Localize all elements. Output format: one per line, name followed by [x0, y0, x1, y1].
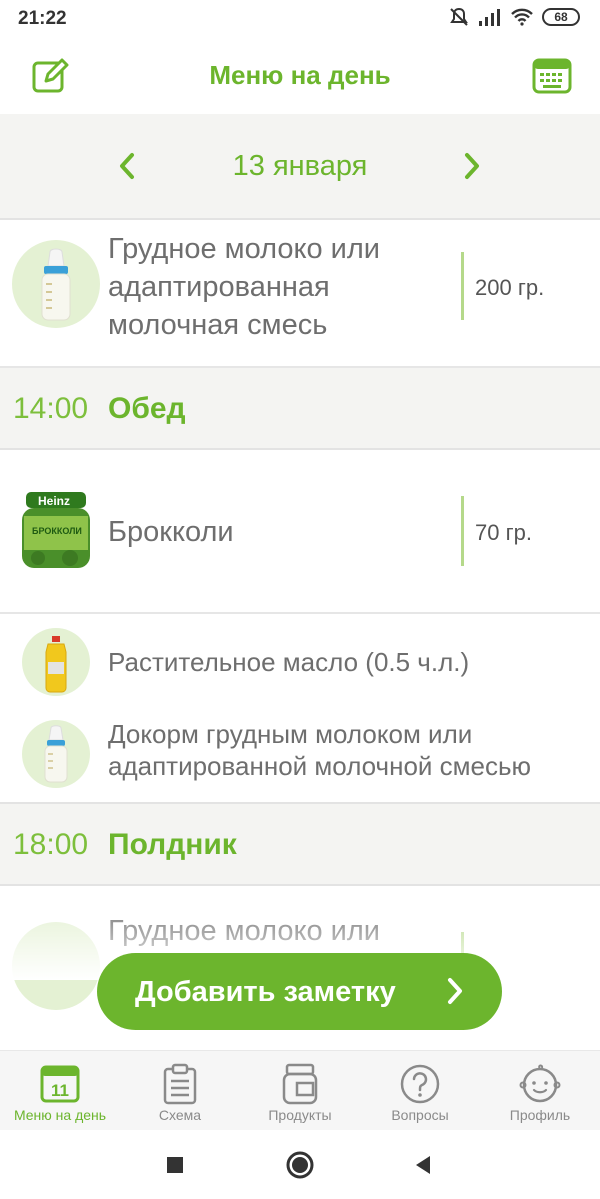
extra-item-supplement: Докорм грудным молоком или адаптированно… — [108, 719, 532, 781]
app-header: Меню на день — [0, 36, 600, 114]
home-circle-icon[interactable] — [285, 1150, 315, 1180]
jar-icon — [282, 1063, 318, 1105]
nav-label: Продукты — [268, 1107, 332, 1123]
nav-label: Схема — [158, 1107, 202, 1123]
add-note-button[interactable]: Добавить заметку — [97, 953, 502, 1030]
keyboard-calendar-icon — [532, 58, 572, 94]
baby-food-jar-icon: Heinz БРОККОЛИ — [18, 488, 94, 572]
page-title: Меню на день — [209, 60, 391, 90]
calendar-keyboard-button[interactable] — [530, 54, 574, 98]
chevron-right-icon — [448, 978, 462, 1004]
nav-profile[interactable]: Профиль — [480, 1051, 600, 1130]
jar-label: БРОККОЛИ — [32, 526, 82, 536]
meal-header-lunch: 14:00 Обед — [0, 368, 600, 450]
food-item-broccoli[interactable]: Heinz БРОККОЛИ Брокколи 70 гр. — [0, 450, 600, 614]
amount-divider — [461, 252, 464, 320]
back-triangle-icon[interactable] — [408, 1150, 438, 1180]
food-name: Брокколи — [108, 516, 234, 548]
status-time: 21:22 — [18, 8, 67, 29]
next-day-button[interactable] — [452, 146, 492, 186]
add-note-label: Добавить заметку — [135, 976, 396, 1008]
mute-alarm-icon — [450, 7, 468, 26]
bottom-nav: 11 Меню на день Схема Продукты Вопросы П… — [0, 1050, 600, 1130]
nav-label: Меню на день — [13, 1107, 107, 1123]
oil-bottle-icon — [22, 628, 90, 696]
meal-extras: Растительное масло (0.5 ч.л.) Докорм гру… — [0, 614, 600, 804]
food-name: Грудное молоко или адаптированная молочн… — [108, 233, 380, 341]
nav-label: Профиль — [509, 1107, 571, 1123]
food-amount: 200 гр. — [475, 275, 545, 300]
calendar-day-icon: 11 — [40, 1065, 80, 1103]
food-amount: 70 гр. — [475, 520, 532, 545]
baby-bottle-icon — [12, 240, 100, 328]
calendar-day-number: 11 — [51, 1081, 69, 1100]
signal-icon — [479, 9, 500, 26]
extra-item-oil: Растительное масло (0.5 ч.л.) — [108, 647, 470, 677]
nav-label: Вопросы — [391, 1107, 449, 1123]
amount-divider — [461, 496, 464, 566]
meal-name: Полдник — [108, 828, 237, 861]
nav-menu-day[interactable]: 11 Меню на день — [0, 1051, 120, 1130]
menu-content[interactable]: Грудное молоко или адаптированная молочн… — [0, 220, 600, 1050]
baby-bottle-icon — [22, 720, 90, 788]
meal-time: 14:00 — [13, 392, 89, 425]
food-name: Грудное молоко или — [108, 915, 380, 947]
baby-bottle-icon — [12, 922, 100, 1010]
question-icon — [400, 1064, 440, 1104]
meal-name: Обед — [108, 392, 186, 425]
status-bar: 21:22 68 — [0, 0, 600, 36]
status-icons: 68 — [448, 7, 580, 27]
date-navigator: 13 января — [0, 114, 600, 220]
baby-face-icon — [519, 1064, 561, 1103]
chevron-right-icon — [465, 153, 479, 179]
wifi-icon — [511, 8, 533, 26]
recents-square-icon[interactable] — [160, 1150, 190, 1180]
battery-indicator: 68 — [542, 8, 580, 26]
nav-products[interactable]: Продукты — [240, 1051, 360, 1130]
nav-questions[interactable]: Вопросы — [360, 1051, 480, 1130]
nav-scheme[interactable]: Схема — [120, 1051, 240, 1130]
current-date: 13 января — [232, 150, 368, 182]
food-item-milk[interactable]: Грудное молоко или адаптированная молочн… — [0, 220, 600, 368]
meal-header-snack: 18:00 Полдник — [0, 804, 600, 886]
clipboard-icon — [163, 1063, 197, 1105]
system-nav-bar — [0, 1130, 600, 1199]
jar-brand: Heinz — [38, 494, 71, 508]
meal-time: 18:00 — [13, 828, 89, 861]
